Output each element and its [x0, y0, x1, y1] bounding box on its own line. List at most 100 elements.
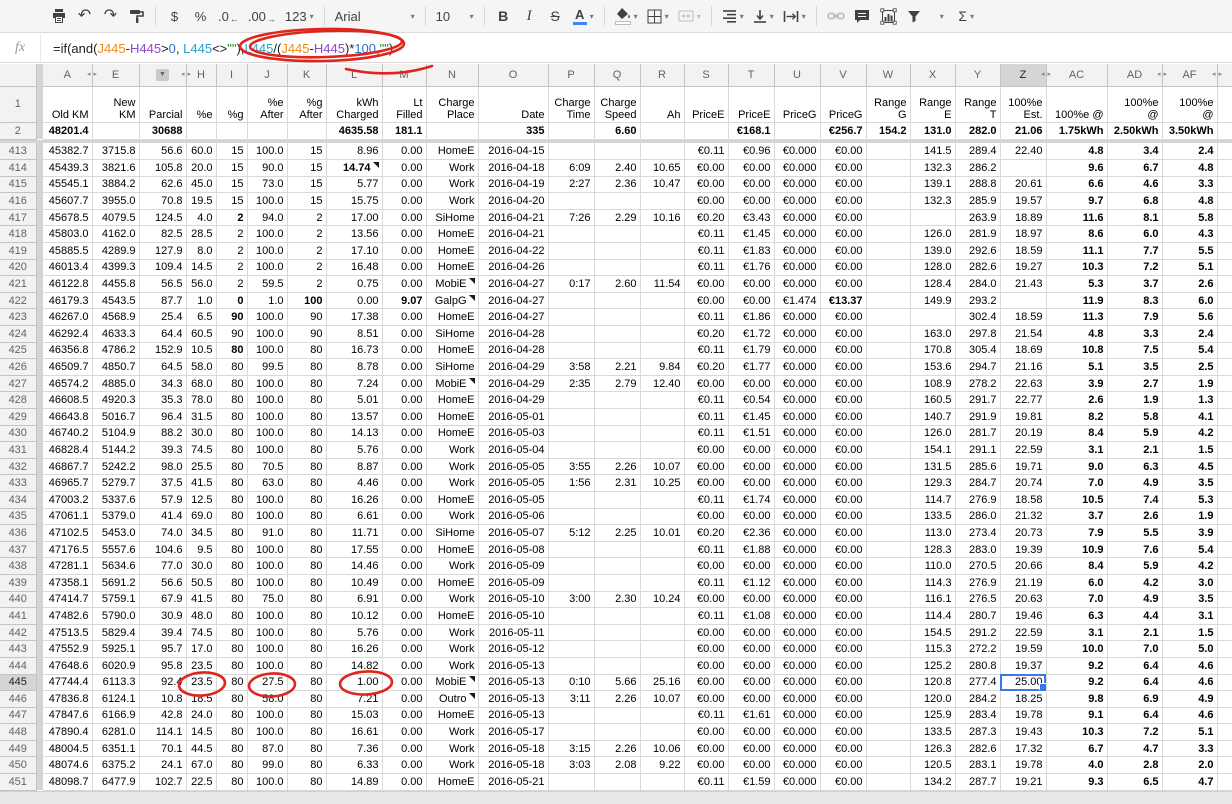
column-header-AC[interactable]: ▸AC — [1046, 64, 1107, 86]
cell-Z420[interactable]: 19.27 — [1000, 259, 1046, 276]
cell-E431[interactable]: 5144.2 — [92, 442, 139, 459]
cell-AC427[interactable]: 3.9 — [1046, 375, 1107, 392]
cell-P447[interactable] — [548, 707, 594, 724]
cell-AF433[interactable]: 3.5 — [1162, 475, 1217, 492]
cell-I419[interactable]: 2 — [216, 243, 247, 260]
cell-F431[interactable]: 39.3 — [139, 442, 186, 459]
cell-L425[interactable]: 16.73 — [326, 342, 382, 359]
cell-W428[interactable] — [866, 392, 910, 409]
cell-Y423[interactable]: 302.4 — [955, 309, 1000, 326]
cell-T434[interactable]: €1.74 — [728, 491, 774, 508]
cell-K421[interactable]: 2 — [287, 276, 326, 293]
cell-Q436[interactable]: 2.25 — [594, 525, 640, 542]
cell-T415[interactable]: €0.00 — [728, 176, 774, 193]
cell-H419[interactable]: 8.0 — [186, 243, 216, 260]
cell-V430[interactable]: €0.00 — [820, 425, 866, 442]
cell-R429[interactable] — [640, 409, 684, 426]
cell-A418[interactable]: 45803.0 — [43, 226, 92, 243]
cell-H421[interactable]: 56.0 — [186, 276, 216, 293]
cell-O431[interactable]: 2016-05-04 — [478, 442, 548, 459]
cell-H437[interactable]: 9.5 — [186, 541, 216, 558]
cell-A451[interactable]: 48098.7 — [43, 774, 92, 791]
hidden-columns-icon[interactable]: ▸ — [1219, 71, 1223, 78]
cell-E434[interactable]: 5337.6 — [92, 491, 139, 508]
cell-Y424[interactable]: 297.8 — [955, 326, 1000, 343]
cell-S447[interactable]: €0.11 — [684, 707, 728, 724]
cell-Z433[interactable]: 20.74 — [1000, 475, 1046, 492]
cell-O427[interactable]: 2016-04-29 — [478, 375, 548, 392]
cell-M435[interactable]: 0.00 — [382, 508, 426, 525]
cell-I417[interactable]: 2 — [216, 209, 247, 226]
row-header-417[interactable]: 417 — [0, 209, 36, 226]
cell-V435[interactable]: €0.00 — [820, 508, 866, 525]
cell-I438[interactable]: 80 — [216, 558, 247, 575]
cell-N416[interactable]: Work — [426, 193, 478, 210]
cell-J427[interactable]: 100.0 — [247, 375, 287, 392]
cell-AC422[interactable]: 11.9 — [1046, 292, 1107, 309]
cell-Y433[interactable]: 284.7 — [955, 475, 1000, 492]
cell-Y446[interactable]: 284.2 — [955, 691, 1000, 708]
cell-Q413[interactable] — [594, 143, 640, 160]
cell-AD429[interactable]: 5.8 — [1107, 409, 1162, 426]
cell-L433[interactable]: 4.46 — [326, 475, 382, 492]
cell-K451[interactable]: 80 — [287, 774, 326, 791]
cell-N424[interactable]: SiHome — [426, 326, 478, 343]
cell-M439[interactable]: 0.00 — [382, 574, 426, 591]
cell-Y416[interactable]: 285.9 — [955, 193, 1000, 210]
cell-U419[interactable]: €0.000 — [774, 243, 820, 260]
cell-N447[interactable]: HomeE — [426, 707, 478, 724]
cell-E449[interactable]: 6351.1 — [92, 740, 139, 757]
cell-R449[interactable]: 10.06 — [640, 740, 684, 757]
cell-K425[interactable]: 80 — [287, 342, 326, 359]
cell-U432[interactable]: €0.000 — [774, 458, 820, 475]
cell-M415[interactable]: 0.00 — [382, 176, 426, 193]
cell-H1[interactable]: %e — [186, 86, 216, 122]
cell-I447[interactable]: 80 — [216, 707, 247, 724]
cell-R1[interactable]: Ah — [640, 86, 684, 122]
cell-T418[interactable]: €1.45 — [728, 226, 774, 243]
column-header-J[interactable]: J — [247, 64, 287, 86]
cell-Y442[interactable]: 291.2 — [955, 624, 1000, 641]
cell-M434[interactable]: 0.00 — [382, 491, 426, 508]
cell-P1[interactable]: Charge Time — [548, 86, 594, 122]
column-header-U[interactable]: U — [774, 64, 820, 86]
cell-Y413[interactable]: 289.4 — [955, 143, 1000, 160]
cell-T428[interactable]: €0.54 — [728, 392, 774, 409]
cell-AF448[interactable]: 5.1 — [1162, 724, 1217, 741]
cell-A450[interactable]: 48074.6 — [43, 757, 92, 774]
cell-Q415[interactable]: 2.36 — [594, 176, 640, 193]
cell-Z1[interactable]: 100%e Est. — [1000, 86, 1046, 122]
cell-K419[interactable]: 2 — [287, 243, 326, 260]
cell-F451[interactable]: 102.7 — [139, 774, 186, 791]
cell-AC437[interactable]: 10.9 — [1046, 541, 1107, 558]
cell-V431[interactable]: €0.00 — [820, 442, 866, 459]
cell-Y445[interactable]: 277.4 — [955, 674, 1000, 691]
cell-Q417[interactable]: 2.29 — [594, 209, 640, 226]
cell-J438[interactable]: 100.0 — [247, 558, 287, 575]
cell-X447[interactable]: 125.9 — [910, 707, 955, 724]
cell-AC436[interactable]: 7.9 — [1046, 525, 1107, 542]
cell-P440[interactable]: 3:00 — [548, 591, 594, 608]
cell-AD426[interactable]: 3.5 — [1107, 359, 1162, 376]
cell-W450[interactable] — [866, 757, 910, 774]
cell-S439[interactable]: €0.11 — [684, 574, 728, 591]
cell-Z414[interactable] — [1000, 160, 1046, 177]
cell-T433[interactable]: €0.00 — [728, 475, 774, 492]
cell-Y415[interactable]: 288.8 — [955, 176, 1000, 193]
cell-I421[interactable]: 2 — [216, 276, 247, 293]
cell-T438[interactable]: €0.00 — [728, 558, 774, 575]
cell-V436[interactable]: €0.00 — [820, 525, 866, 542]
cell-P415[interactable]: 2:27 — [548, 176, 594, 193]
cell-K435[interactable]: 80 — [287, 508, 326, 525]
cell-T426[interactable]: €1.77 — [728, 359, 774, 376]
cell-W430[interactable] — [866, 425, 910, 442]
cell-L436[interactable]: 11.71 — [326, 525, 382, 542]
cell-R427[interactable]: 12.40 — [640, 375, 684, 392]
format-currency-button[interactable]: $ — [162, 4, 187, 28]
cell-A428[interactable]: 46608.5 — [43, 392, 92, 409]
cell-AD446[interactable]: 6.9 — [1107, 691, 1162, 708]
cell-AC428[interactable]: 2.6 — [1046, 392, 1107, 409]
cell-Q443[interactable] — [594, 641, 640, 658]
cell-L434[interactable]: 16.26 — [326, 491, 382, 508]
cell-F446[interactable]: 10.8 — [139, 691, 186, 708]
